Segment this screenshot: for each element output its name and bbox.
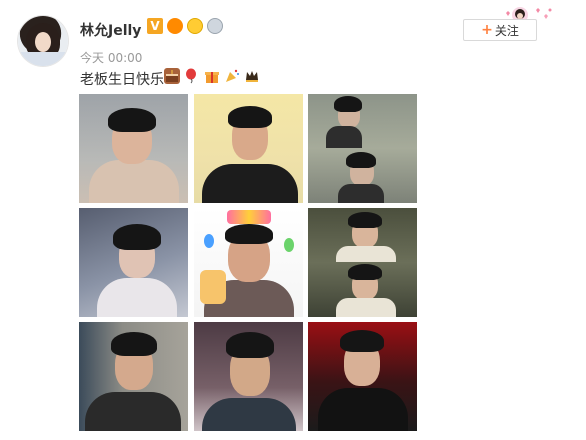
balloon-sticker: [204, 234, 214, 248]
level-badge-icon[interactable]: [167, 18, 183, 34]
photo-6[interactable]: [308, 208, 417, 317]
photo-2[interactable]: [194, 94, 303, 203]
cake-sticker: [200, 270, 226, 304]
medal-badge-icon[interactable]: [207, 18, 223, 34]
balloon-sticker: [284, 238, 294, 252]
avatar[interactable]: [18, 16, 68, 66]
user-badges: V: [147, 18, 223, 34]
follow-label: 关注: [494, 23, 519, 38]
photo-5[interactable]: [194, 208, 303, 317]
follow-button[interactable]: + 关注: [463, 19, 537, 41]
crown-sticker: [227, 210, 271, 224]
verified-badge[interactable]: V: [147, 18, 163, 34]
photo-1[interactable]: [79, 94, 188, 203]
avatar-face: [35, 32, 51, 52]
avatar-clothing: [18, 52, 68, 66]
crown-icon: [244, 68, 260, 84]
smile-badge-icon[interactable]: [187, 18, 203, 34]
plus-icon: +: [481, 22, 493, 38]
cake-icon: [164, 68, 180, 84]
post-timestamp[interactable]: 今天 00:00: [80, 49, 142, 66]
balloon-icon: [184, 68, 200, 84]
gift-icon: [204, 68, 220, 84]
post-text: 老板生日快乐: [80, 72, 164, 88]
party-popper-icon: [224, 68, 240, 84]
emoji-row: [164, 68, 260, 84]
photo-7[interactable]: [79, 322, 188, 431]
photo-4[interactable]: [79, 208, 188, 317]
photo-9[interactable]: [308, 322, 417, 431]
photo-8[interactable]: [194, 322, 303, 431]
username[interactable]: 林允Jelly: [80, 20, 141, 40]
photo-3[interactable]: [308, 94, 417, 203]
